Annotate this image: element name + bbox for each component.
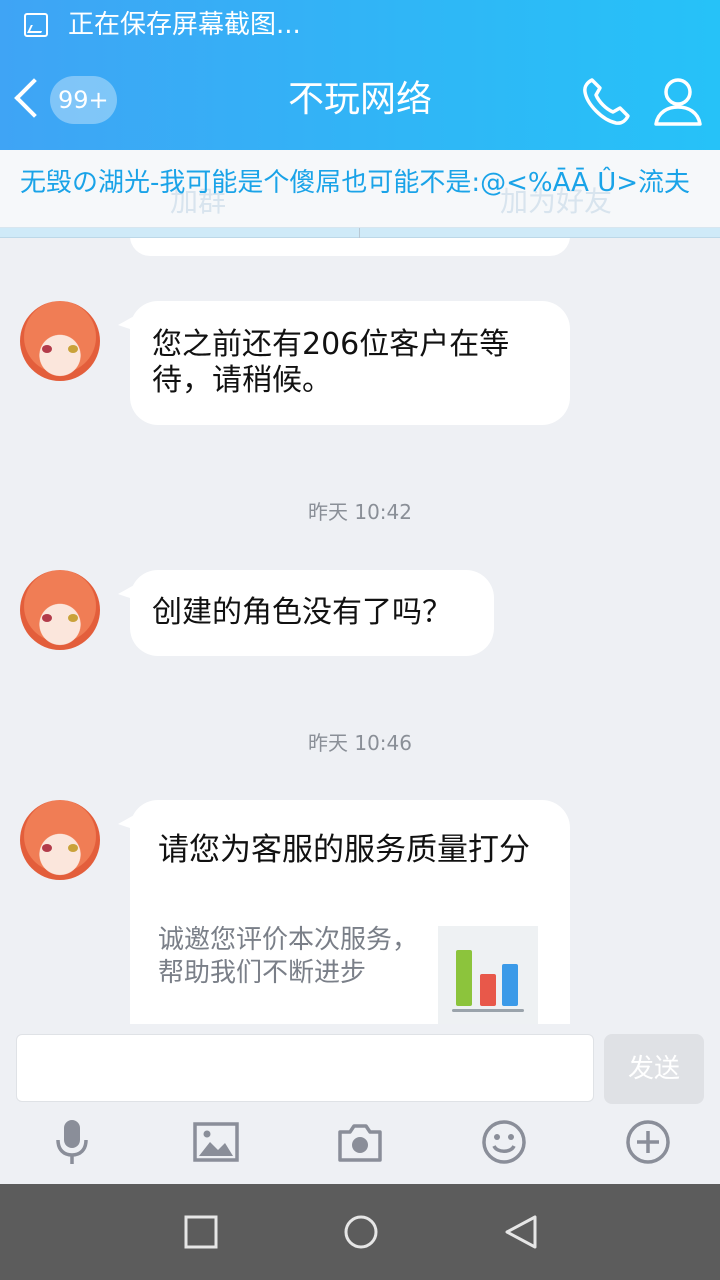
notice-text: 无毁の湖光-我可能是个傻屌也可能不是:@<%ĀĀ Û>流夫 [20, 168, 691, 198]
camera-icon[interactable] [336, 1118, 384, 1166]
chat-area[interactable]: 您之前还有206位客户在等待，请稍候。 昨天 10:42 创建的角色没有了吗？ … [0, 238, 720, 1024]
chat-title: 不玩网络 [287, 79, 432, 120]
nav-triangle-icon[interactable] [503, 1214, 539, 1250]
avatar[interactable] [20, 301, 100, 381]
emoji-icon[interactable] [480, 1118, 528, 1166]
plus-icon[interactable] [624, 1118, 672, 1166]
notice-banner[interactable]: 加群 加为好友 无毁の湖光-我可能是个傻屌也可能不是:@<%ĀĀ Û>流夫 [0, 150, 720, 228]
back-chevron-icon [14, 78, 54, 118]
message-bubble[interactable]: 您之前还有206位客户在等待，请稍候。 [118, 301, 570, 425]
timestamp: 昨天 10:46 [308, 731, 412, 755]
avatar[interactable] [20, 800, 100, 880]
card-title: 请您为客服的服务质量打分 [158, 832, 530, 868]
nav-square-icon[interactable] [183, 1214, 219, 1250]
notice-divider [0, 228, 720, 238]
person-button[interactable] [650, 74, 706, 130]
message-bubble[interactable]: 创建的角色没有了吗？ [118, 570, 494, 656]
message-input[interactable] [16, 1034, 594, 1102]
avatar[interactable] [20, 570, 100, 650]
unread-badge: 99+ [50, 76, 117, 124]
rating-card[interactable]: 请您为客服的服务质量打分 诚邀您评价本次服务，帮助我们不断进步 [118, 800, 570, 1024]
title-bar: 99+ 不玩网络 [0, 50, 720, 150]
person-icon [654, 78, 702, 126]
status-image-icon [24, 13, 48, 37]
timestamp: 昨天 10:42 [308, 500, 412, 524]
input-bar: 发送 [0, 1024, 720, 1184]
message-text: 您之前还有206位客户在等待，请稍候。 [152, 327, 510, 398]
nav-circle-icon[interactable] [343, 1214, 379, 1250]
back-button[interactable]: 99+ [12, 76, 117, 126]
microphone-icon[interactable] [48, 1118, 96, 1166]
bar-chart-thumbnail-icon [438, 926, 538, 1024]
card-description: 诚邀您评价本次服务，帮助我们不断进步 [158, 925, 419, 988]
status-bar: 正在保存屏幕截图... [0, 0, 720, 50]
phone-icon [583, 78, 630, 125]
status-text: 正在保存屏幕截图... [68, 10, 301, 40]
phone-button[interactable] [578, 74, 634, 130]
message-text: 创建的角色没有了吗？ [152, 595, 452, 630]
send-button[interactable]: 发送 [604, 1034, 704, 1104]
previous-message-bubble [130, 238, 570, 256]
header: 正在保存屏幕截图... 99+ 不玩网络 [0, 0, 720, 150]
image-icon[interactable] [192, 1118, 240, 1166]
navigation-bar [0, 1184, 720, 1280]
